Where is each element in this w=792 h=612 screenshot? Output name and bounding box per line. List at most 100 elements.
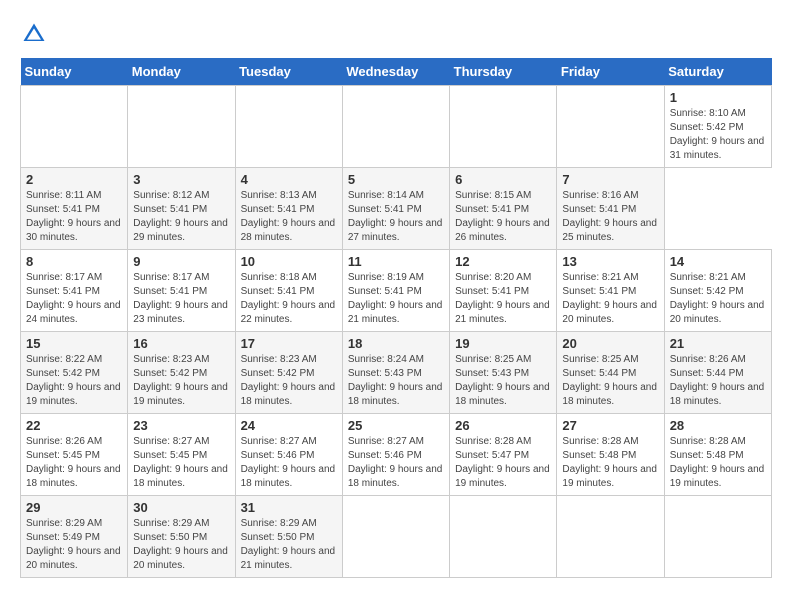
day-number: 14 <box>670 254 766 269</box>
calendar-cell <box>235 86 342 168</box>
day-number: 27 <box>562 418 658 433</box>
day-info: Sunrise: 8:11 AMSunset: 5:41 PMDaylight:… <box>26 189 122 245</box>
day-number: 22 <box>26 418 122 433</box>
calendar-cell <box>557 86 664 168</box>
day-info: Sunrise: 8:27 AMSunset: 5:45 PMDaylight:… <box>133 435 229 491</box>
day-header-friday: Friday <box>557 58 664 86</box>
calendar-cell: 29Sunrise: 8:29 AMSunset: 5:49 PMDayligh… <box>21 496 128 578</box>
day-info: Sunrise: 8:21 AMSunset: 5:41 PMDaylight:… <box>562 271 658 327</box>
day-info: Sunrise: 8:25 AMSunset: 5:43 PMDaylight:… <box>455 353 551 409</box>
calendar-cell: 6 Sunrise: 8:15 AMSunset: 5:41 PMDaylight… <box>450 168 557 250</box>
day-number: 13 <box>562 254 658 269</box>
day-number: 20 <box>562 336 658 351</box>
calendar-cell <box>450 86 557 168</box>
day-info: Sunrise: 8:26 AMSunset: 5:44 PMDaylight:… <box>670 353 766 409</box>
week-row-2: 2 Sunrise: 8:11 AMSunset: 5:41 PMDaylight… <box>21 168 772 250</box>
week-row-5: 22 Sunrise: 8:26 AMSunset: 5:45 PMDayligh… <box>21 414 772 496</box>
day-info: Sunrise: 8:14 AMSunset: 5:41 PMDaylight:… <box>348 189 444 245</box>
day-number: 17 <box>241 336 337 351</box>
day-info: Sunrise: 8:29 AMSunset: 5:50 PMDaylight:… <box>241 517 337 573</box>
calendar-table: SundayMondayTuesdayWednesdayThursdayFrid… <box>20 58 772 578</box>
day-info: Sunrise: 8:28 AMSunset: 5:48 PMDaylight:… <box>562 435 658 491</box>
day-number: 28 <box>670 418 766 433</box>
calendar-cell: 11 Sunrise: 8:19 AMSunset: 5:41 PMDayligh… <box>342 250 449 332</box>
calendar-cell <box>664 496 771 578</box>
day-number: 26 <box>455 418 551 433</box>
days-header-row: SundayMondayTuesdayWednesdayThursdayFrid… <box>21 58 772 86</box>
week-row-3: 8 Sunrise: 8:17 AMSunset: 5:41 PMDaylight… <box>21 250 772 332</box>
day-number: 8 <box>26 254 122 269</box>
calendar-cell: 24 Sunrise: 8:27 AMSunset: 5:46 PMDayligh… <box>235 414 342 496</box>
day-number: 5 <box>348 172 444 187</box>
day-info: Sunrise: 8:12 AMSunset: 5:41 PMDaylight:… <box>133 189 229 245</box>
day-info: Sunrise: 8:27 AMSunset: 5:46 PMDaylight:… <box>241 435 337 491</box>
day-info: Sunrise: 8:13 AMSunset: 5:41 PMDaylight:… <box>241 189 337 245</box>
day-header-tuesday: Tuesday <box>235 58 342 86</box>
calendar-cell <box>21 86 128 168</box>
day-number: 18 <box>348 336 444 351</box>
day-number: 31 <box>241 500 337 515</box>
calendar-cell: 23Sunrise: 8:27 AMSunset: 5:45 PMDayligh… <box>128 414 235 496</box>
logo-icon <box>20 20 48 48</box>
day-info: Sunrise: 8:28 AMSunset: 5:48 PMDaylight:… <box>670 435 766 491</box>
day-header-saturday: Saturday <box>664 58 771 86</box>
calendar-cell: 10Sunrise: 8:18 AMSunset: 5:41 PMDayligh… <box>235 250 342 332</box>
day-number: 30 <box>133 500 229 515</box>
day-header-monday: Monday <box>128 58 235 86</box>
calendar-cell: 21 Sunrise: 8:26 AMSunset: 5:44 PMDayligh… <box>664 332 771 414</box>
calendar-cell: 17Sunrise: 8:23 AMSunset: 5:42 PMDayligh… <box>235 332 342 414</box>
day-info: Sunrise: 8:21 AMSunset: 5:42 PMDaylight:… <box>670 271 766 327</box>
calendar-cell: 12Sunrise: 8:20 AMSunset: 5:41 PMDayligh… <box>450 250 557 332</box>
day-number: 3 <box>133 172 229 187</box>
calendar-cell: 16Sunrise: 8:23 AMSunset: 5:42 PMDayligh… <box>128 332 235 414</box>
day-number: 9 <box>133 254 229 269</box>
day-number: 2 <box>26 172 122 187</box>
day-number: 11 <box>348 254 444 269</box>
calendar-cell: 15 Sunrise: 8:22 AMSunset: 5:42 PMDayligh… <box>21 332 128 414</box>
day-number: 15 <box>26 336 122 351</box>
day-info: Sunrise: 8:27 AMSunset: 5:46 PMDaylight:… <box>348 435 444 491</box>
calendar-cell <box>342 496 449 578</box>
day-number: 25 <box>348 418 444 433</box>
week-row-6: 29Sunrise: 8:29 AMSunset: 5:49 PMDayligh… <box>21 496 772 578</box>
calendar-cell: 26Sunrise: 8:28 AMSunset: 5:47 PMDayligh… <box>450 414 557 496</box>
day-info: Sunrise: 8:18 AMSunset: 5:41 PMDaylight:… <box>241 271 337 327</box>
calendar-cell: 28 Sunrise: 8:28 AMSunset: 5:48 PMDayligh… <box>664 414 771 496</box>
calendar-cell: 4Sunrise: 8:13 AMSunset: 5:41 PMDaylight… <box>235 168 342 250</box>
day-number: 7 <box>562 172 658 187</box>
day-number: 1 <box>670 90 766 105</box>
calendar-cell: 27 Sunrise: 8:28 AMSunset: 5:48 PMDayligh… <box>557 414 664 496</box>
day-info: Sunrise: 8:17 AMSunset: 5:41 PMDaylight:… <box>26 271 122 327</box>
day-header-thursday: Thursday <box>450 58 557 86</box>
day-info: Sunrise: 8:24 AMSunset: 5:43 PMDaylight:… <box>348 353 444 409</box>
calendar-cell: 31 Sunrise: 8:29 AMSunset: 5:50 PMDayligh… <box>235 496 342 578</box>
day-info: Sunrise: 8:19 AMSunset: 5:41 PMDaylight:… <box>348 271 444 327</box>
day-info: Sunrise: 8:29 AMSunset: 5:50 PMDaylight:… <box>133 517 229 573</box>
calendar-cell <box>128 86 235 168</box>
calendar-cell: 14 Sunrise: 8:21 AMSunset: 5:42 PMDayligh… <box>664 250 771 332</box>
calendar-cell: 5 Sunrise: 8:14 AMSunset: 5:41 PMDaylight… <box>342 168 449 250</box>
day-number: 21 <box>670 336 766 351</box>
day-number: 6 <box>455 172 551 187</box>
day-info: Sunrise: 8:15 AMSunset: 5:41 PMDaylight:… <box>455 189 551 245</box>
calendar-cell: 8 Sunrise: 8:17 AMSunset: 5:41 PMDaylight… <box>21 250 128 332</box>
calendar-cell: 7Sunrise: 8:16 AMSunset: 5:41 PMDaylight… <box>557 168 664 250</box>
calendar-cell: 20 Sunrise: 8:25 AMSunset: 5:44 PMDayligh… <box>557 332 664 414</box>
day-header-wednesday: Wednesday <box>342 58 449 86</box>
calendar-cell: 30 Sunrise: 8:29 AMSunset: 5:50 PMDayligh… <box>128 496 235 578</box>
day-info: Sunrise: 8:25 AMSunset: 5:44 PMDaylight:… <box>562 353 658 409</box>
day-number: 24 <box>241 418 337 433</box>
logo <box>20 20 52 48</box>
day-info: Sunrise: 8:20 AMSunset: 5:41 PMDaylight:… <box>455 271 551 327</box>
calendar-cell: 25 Sunrise: 8:27 AMSunset: 5:46 PMDayligh… <box>342 414 449 496</box>
calendar-cell: 19Sunrise: 8:25 AMSunset: 5:43 PMDayligh… <box>450 332 557 414</box>
day-number: 16 <box>133 336 229 351</box>
calendar-cell: 22 Sunrise: 8:26 AMSunset: 5:45 PMDayligh… <box>21 414 128 496</box>
day-info: Sunrise: 8:26 AMSunset: 5:45 PMDaylight:… <box>26 435 122 491</box>
header <box>20 20 772 48</box>
calendar-cell: 13 Sunrise: 8:21 AMSunset: 5:41 PMDayligh… <box>557 250 664 332</box>
calendar-cell: 2 Sunrise: 8:11 AMSunset: 5:41 PMDaylight… <box>21 168 128 250</box>
day-info: Sunrise: 8:17 AMSunset: 5:41 PMDaylight:… <box>133 271 229 327</box>
day-info: Sunrise: 8:22 AMSunset: 5:42 PMDaylight:… <box>26 353 122 409</box>
calendar-cell: 1Sunrise: 8:10 AMSunset: 5:42 PMDaylight… <box>664 86 771 168</box>
